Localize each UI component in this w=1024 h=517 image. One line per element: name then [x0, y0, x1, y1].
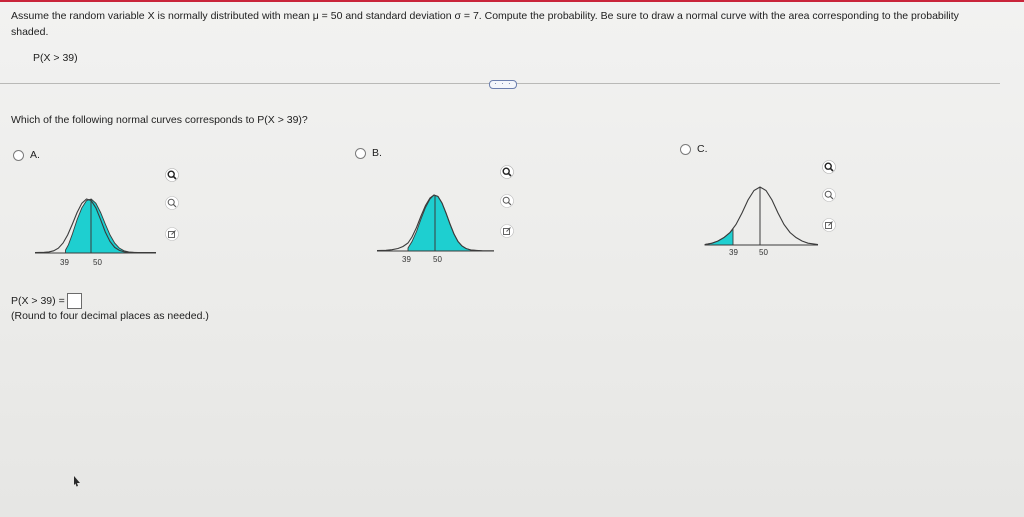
- option-c-label: C.: [697, 143, 708, 155]
- zoom-in-icon[interactable]: [165, 168, 179, 182]
- option-c[interactable]: C.: [680, 143, 708, 155]
- option-a-shaded-area: [65, 198, 139, 254]
- option-c-tick-39: 39: [729, 248, 738, 257]
- question-text: Which of the following normal curves cor…: [11, 114, 308, 126]
- open-external-icon[interactable]: [165, 227, 179, 241]
- open-external-icon[interactable]: [822, 218, 836, 232]
- option-b[interactable]: B.: [355, 147, 382, 159]
- probability-expression: P(X > 39): [33, 52, 78, 64]
- option-a-radio[interactable]: [13, 149, 24, 161]
- open-external-icon[interactable]: [500, 224, 514, 238]
- option-a-tick-39: 39: [60, 258, 69, 267]
- problem-prompt: Assume the random variable X is normally…: [11, 10, 959, 38]
- option-c-shaded-area: [704, 227, 734, 246]
- option-b-label: B.: [372, 147, 382, 159]
- zoom-out-icon[interactable]: [500, 194, 514, 208]
- top-accent-line: [0, 0, 1024, 2]
- option-a-tick-50: 50: [93, 258, 102, 267]
- option-a[interactable]: A.: [13, 149, 40, 161]
- option-b-radio[interactable]: [355, 147, 366, 159]
- zoom-in-icon[interactable]: [500, 165, 514, 179]
- answer-row: P(X > 39) =: [11, 293, 82, 309]
- more-options-button[interactable]: · · ·: [489, 80, 517, 89]
- option-c-radio[interactable]: [680, 143, 691, 155]
- option-b-shaded-area: [407, 194, 483, 252]
- zoom-out-icon[interactable]: [822, 188, 836, 202]
- zoom-out-icon[interactable]: [165, 196, 179, 210]
- answer-input[interactable]: [66, 293, 82, 309]
- option-c-tick-50: 50: [759, 248, 768, 257]
- option-c-normal-curve: 39 50: [704, 186, 819, 257]
- option-b-normal-curve: 39 50: [376, 194, 494, 264]
- zoom-in-icon[interactable]: [822, 160, 836, 174]
- option-b-tick-50: 50: [433, 255, 442, 264]
- answer-label: P(X > 39) =: [11, 295, 65, 307]
- option-b-tick-39: 39: [402, 255, 411, 264]
- rounding-note: (Round to four decimal places as needed.…: [11, 310, 209, 322]
- option-a-normal-curve: 39 50: [34, 198, 156, 267]
- option-a-label: A.: [30, 149, 40, 161]
- mouse-cursor-icon: [74, 476, 80, 487]
